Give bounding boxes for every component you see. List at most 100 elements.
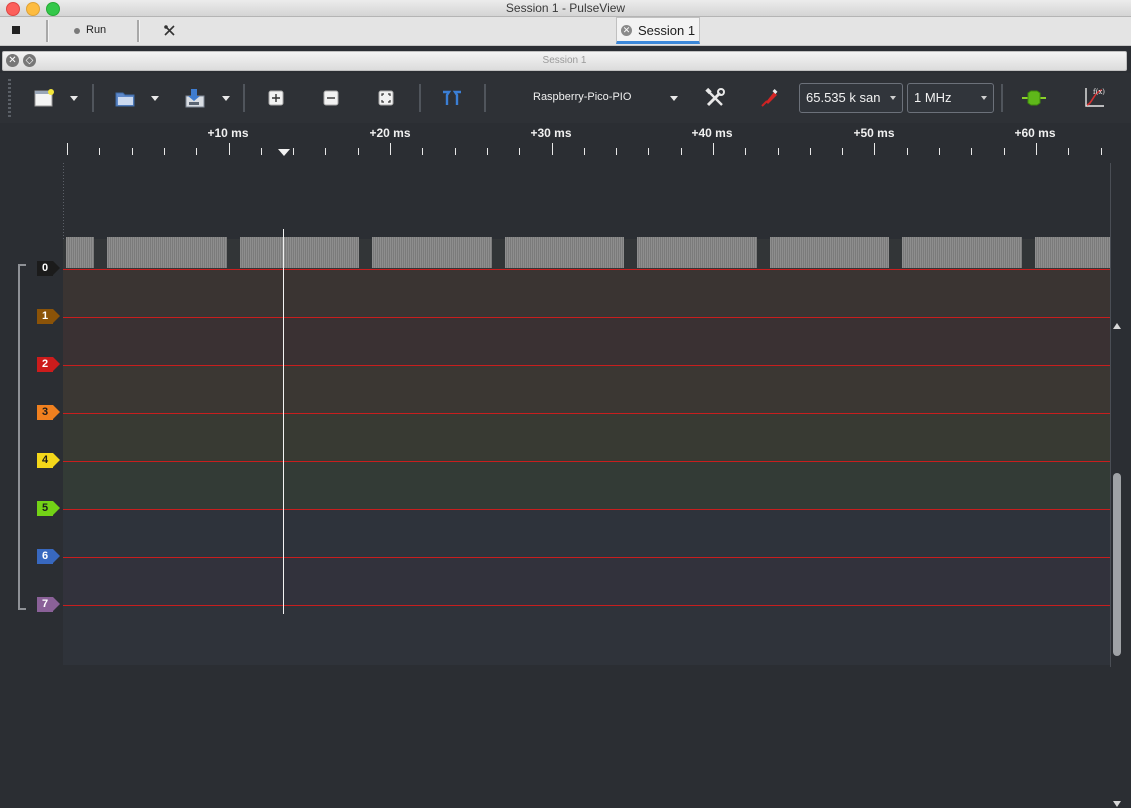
ruler-tick — [907, 148, 908, 155]
ruler-tick — [681, 148, 682, 155]
trace-view[interactable]: 0 1 2 3 4 5 6 7 — [0, 163, 1131, 807]
toolbar-separator — [92, 84, 94, 112]
sample-count-dropdown-icon — [890, 96, 896, 100]
zoom-in-button[interactable] — [265, 87, 287, 109]
channel-3-label[interactable]: 3 — [37, 405, 60, 420]
ruler-tick — [67, 143, 68, 155]
ruler-tick — [616, 148, 617, 155]
window-title: Session 1 - PulseView — [505, 1, 626, 15]
ruler-label: +40 ms — [691, 126, 733, 140]
ruler-tick — [713, 143, 714, 155]
channel-4-label[interactable]: 4 — [37, 453, 60, 468]
save-dropdown-icon[interactable] — [222, 96, 230, 101]
ruler-tick — [971, 148, 972, 155]
time-cursor[interactable] — [283, 229, 284, 614]
channel-1-background — [63, 269, 1110, 317]
zoom-fit-button[interactable] — [375, 87, 397, 109]
time-ruler[interactable]: +10 ms +20 ms +30 ms +40 ms +50 ms +60 m… — [0, 123, 1131, 163]
sample-count-value: 65.535 k san — [806, 90, 881, 105]
sample-rate-value: 1 MHz — [914, 90, 952, 105]
close-tab-icon[interactable]: ✕ — [621, 25, 632, 36]
save-button[interactable] — [182, 85, 208, 111]
sample-block — [505, 237, 624, 268]
folder-open-icon — [115, 92, 135, 107]
channel-1-label[interactable]: 1 — [37, 309, 60, 324]
vertical-scrollbar[interactable] — [1112, 323, 1122, 808]
channel-5-background — [63, 461, 1110, 509]
channel-5-baseline — [63, 509, 1110, 510]
tab-session-1[interactable]: ✕ Session 1 — [616, 17, 700, 44]
sample-block — [902, 237, 1022, 268]
device-config-button[interactable] — [702, 85, 728, 111]
tab-label: Session 1 — [638, 23, 696, 38]
ruler-tick — [1036, 143, 1037, 155]
zoom-fit-icon — [378, 90, 394, 106]
ruler-tick — [648, 148, 649, 155]
channel-4-baseline — [63, 461, 1110, 462]
new-session-dropdown-icon[interactable] — [70, 96, 78, 101]
toolbar-separator — [46, 20, 49, 42]
ruler-tick — [261, 148, 262, 155]
sample-count-selector[interactable]: 65.535 k san — [799, 83, 903, 113]
open-dropdown-icon[interactable] — [151, 96, 159, 101]
channel-2-label[interactable]: 2 — [37, 357, 60, 372]
run-button[interactable]: Run — [66, 21, 116, 41]
channel-0-label[interactable]: 0 — [37, 261, 60, 276]
ruler-tick — [552, 143, 553, 155]
probe-icon — [761, 89, 778, 107]
ruler-tick — [455, 148, 456, 155]
settings-tools-icon[interactable] — [163, 24, 176, 37]
ruler-tick — [1068, 148, 1069, 155]
open-button[interactable] — [112, 86, 138, 110]
ruler-tick — [745, 148, 746, 155]
device-selector[interactable]: Raspberry-Pico-PIO — [500, 83, 688, 113]
ruler-label: +10 ms — [207, 126, 249, 140]
dock-title: Session 1 — [542, 55, 587, 66]
new-document-icon — [34, 89, 54, 107]
channel-5-label[interactable]: 5 — [37, 501, 60, 516]
sample-block — [240, 237, 359, 268]
zoom-in-icon — [268, 90, 284, 106]
ruler-tick — [390, 143, 391, 155]
protocol-decoder-icon — [1022, 90, 1046, 106]
ruler-tick — [293, 148, 294, 155]
cursor-toggle-button[interactable] — [440, 87, 464, 109]
save-icon — [185, 89, 205, 108]
zoom-out-button[interactable] — [320, 87, 342, 109]
ruler-tick — [842, 148, 843, 155]
channel-0-baseline — [63, 269, 1110, 270]
add-math-signal-button[interactable]: f(x) — [1080, 85, 1108, 111]
scroll-down-icon[interactable] — [1113, 801, 1121, 807]
toolbar-separator — [484, 84, 486, 112]
sample-rate-selector[interactable]: 1 MHz — [907, 83, 994, 113]
channel-6-baseline — [63, 557, 1110, 558]
scrollbar-thumb[interactable] — [1113, 473, 1121, 656]
channel-6-label[interactable]: 6 — [37, 549, 60, 564]
channel-group-bracket[interactable] — [18, 264, 26, 610]
new-session-button[interactable] — [32, 86, 56, 110]
toolbar-separator — [1001, 84, 1003, 112]
probe-config-button[interactable] — [756, 85, 782, 111]
ruler-tick — [487, 148, 488, 155]
toolbar-separator — [243, 84, 245, 112]
stop-icon[interactable] — [12, 26, 20, 34]
ruler-tick — [422, 148, 423, 155]
ruler-tick — [132, 148, 133, 155]
ruler-label: +20 ms — [369, 126, 411, 140]
sample-block — [770, 237, 889, 268]
ruler-tick — [874, 143, 875, 155]
session-toolbar: Raspberry-Pico-PIO 65.535 k san 1 MHz f(… — [0, 73, 1131, 123]
toolbar-grip[interactable] — [8, 79, 11, 117]
svg-text:f(x): f(x) — [1093, 88, 1105, 96]
channel-2-baseline — [63, 365, 1110, 366]
toolbar-separator — [137, 20, 140, 42]
ruler-tick — [1004, 148, 1005, 155]
channel-7-label[interactable]: 7 — [37, 597, 60, 612]
trigger-marker-icon[interactable] — [278, 149, 290, 156]
right-edge — [1110, 163, 1111, 667]
scroll-up-icon[interactable] — [1113, 323, 1121, 329]
ruler-tick — [196, 148, 197, 155]
add-decoder-button[interactable] — [1020, 87, 1048, 109]
channel-7-background — [63, 557, 1110, 605]
math-signal-icon: f(x) — [1085, 88, 1105, 107]
